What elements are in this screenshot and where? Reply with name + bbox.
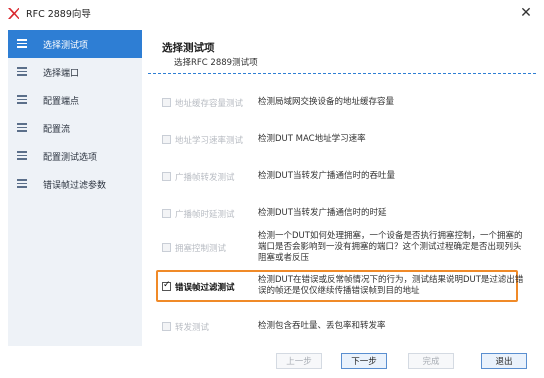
test-name: 转发测试 [175, 323, 210, 333]
header-divider [148, 73, 536, 74]
test-description: 检测局域网交换设备的地址缓存容量 [258, 97, 395, 107]
close-icon: ✕ [520, 5, 532, 21]
close-button[interactable]: ✕ [518, 5, 534, 21]
sidebar-item-label: 选择端口 [43, 68, 80, 79]
title-bar: RFC 2889向导 ✕ [0, 0, 544, 26]
sidebar-item-select-tests[interactable]: 选择测试项 [8, 30, 142, 58]
hamburger-icon [17, 39, 27, 48]
test-description: 检测DUT在错误或反常帧情况下的行为，测试结果说明DUT是过滤出错误的帧还是仅仅… [258, 275, 524, 296]
test-checkbox[interactable] [162, 135, 171, 144]
test-name: 错误帧过滤测试 [175, 283, 235, 293]
sidebar-item-error-frame-params[interactable]: 错误帧过滤参数 [8, 170, 142, 198]
page-title: 选择测试项 [162, 42, 215, 54]
sidebar-item-test-options[interactable]: 配置测试选项 [8, 142, 142, 170]
test-description: 检测包含吞吐量、丢包率和转发率 [258, 321, 386, 331]
test-checkbox[interactable] [162, 322, 171, 331]
wizard-sidebar: 选择测试项 选择端口 配置端点 配置流 配置测试选项 错误帧过滤参数 [8, 30, 142, 346]
sidebar-item-label: 选择测试项 [43, 40, 89, 51]
test-checkbox[interactable] [162, 98, 171, 107]
sidebar-item-config-endpoints[interactable]: 配置端点 [8, 86, 142, 114]
test-description: 检测DUT当转发广播通信时的时延 [258, 208, 387, 218]
page-subtitle: 选择RFC 2889测试项 [174, 58, 258, 68]
hamburger-icon [17, 123, 27, 132]
next-button[interactable]: 下一步 [341, 353, 387, 369]
test-name: 广播帧转发测试 [175, 173, 235, 183]
sidebar-item-label: 错误帧过滤参数 [43, 180, 107, 191]
test-description: 检测DUT MAC地址学习速率 [258, 134, 366, 144]
prev-button[interactable]: 上一步 [276, 353, 322, 369]
window-title: RFC 2889向导 [26, 9, 91, 20]
sidebar-item-select-ports[interactable]: 选择端口 [8, 58, 142, 86]
sidebar-item-label: 配置测试选项 [43, 152, 98, 163]
test-name: 广播帧时延测试 [175, 210, 235, 220]
finish-button[interactable]: 完成 [408, 353, 454, 369]
test-checkbox[interactable] [162, 209, 171, 218]
test-checkbox[interactable] [162, 243, 171, 252]
sidebar-item-config-streams[interactable]: 配置流 [8, 114, 142, 142]
test-name: 拥塞控制测试 [175, 244, 227, 254]
test-description: 检测一个DUT如何处理拥塞，一个设备是否执行拥塞控制，一个拥塞的端口是否会影响到… [258, 231, 523, 263]
test-name: 地址学习速率测试 [175, 136, 244, 146]
sidebar-item-label: 配置端点 [43, 96, 80, 107]
sidebar-item-label: 配置流 [43, 124, 71, 135]
exit-button[interactable]: 退出 [481, 353, 527, 369]
test-checkbox[interactable] [162, 280, 171, 291]
hamburger-icon [17, 67, 27, 76]
hamburger-icon [17, 179, 27, 188]
main-panel: 选择测试项 选择RFC 2889测试项 地址缓存容量测试 检测局域网交换设备的地… [148, 30, 536, 346]
wizard-footer: 上一步 下一步 完成 退出 [0, 346, 544, 378]
hamburger-icon [17, 95, 27, 104]
test-name: 地址缓存容量测试 [175, 99, 244, 109]
app-logo-icon [7, 7, 20, 20]
test-description: 检测DUT当转发广播通信时的吞吐量 [258, 171, 395, 181]
test-checkbox[interactable] [162, 172, 171, 181]
hamburger-icon [17, 151, 27, 160]
